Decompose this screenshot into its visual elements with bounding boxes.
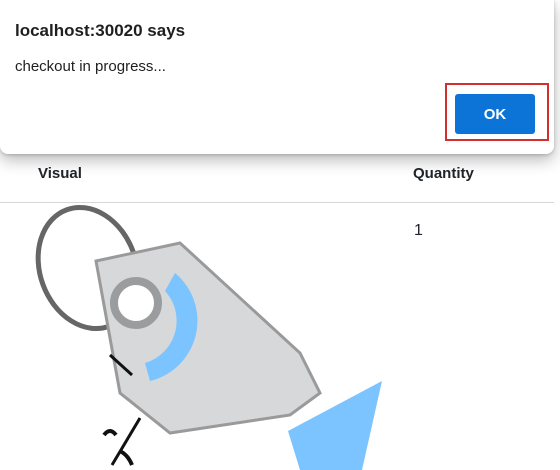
page: Visual Quantity 1 localhost:30020 says c… <box>0 0 560 470</box>
alert-dialog: localhost:30020 says checkout in progres… <box>0 0 554 154</box>
ok-button[interactable]: OK <box>455 94 535 134</box>
column-header-visual: Visual <box>38 165 82 182</box>
dialog-title: localhost:30020 says <box>15 21 186 40</box>
table-row: 1 <box>0 203 554 470</box>
page-edge <box>554 0 560 470</box>
quantity-cell: 1 <box>414 222 423 239</box>
dialog-message: checkout in progress... <box>15 58 166 75</box>
price-tag-icon <box>35 204 382 470</box>
column-header-quantity: Quantity <box>413 165 474 182</box>
